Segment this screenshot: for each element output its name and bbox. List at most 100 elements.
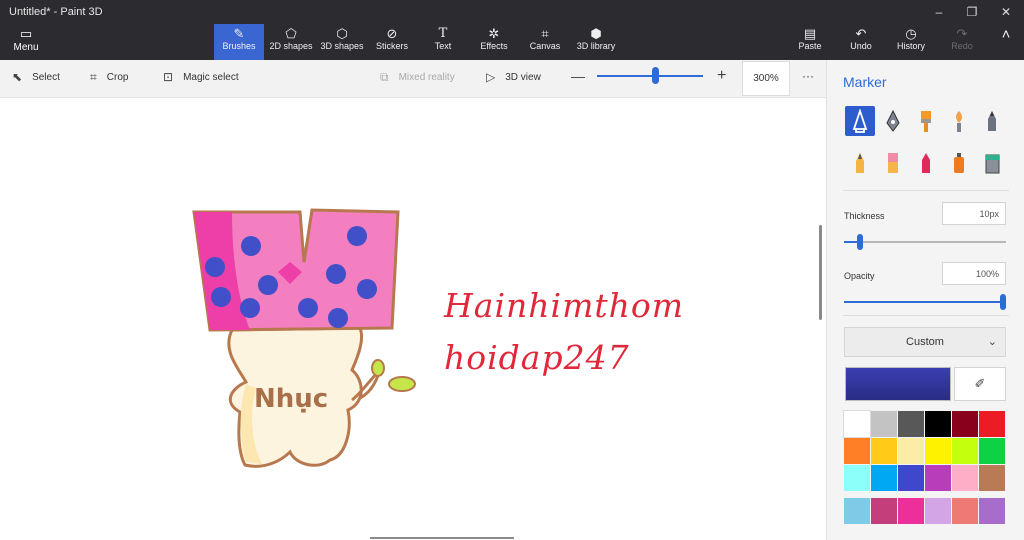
handwritten-text-line-1: Hainhimthom bbox=[444, 286, 685, 325]
crop-button[interactable]: ⌗ Crop bbox=[90, 70, 128, 85]
color-swatch[interactable] bbox=[871, 438, 897, 464]
zoom-in-button[interactable]: + bbox=[717, 67, 726, 85]
paste-label: Paste bbox=[798, 41, 822, 51]
horizontal-scrollbar[interactable] bbox=[370, 537, 514, 539]
color-swatch[interactable] bbox=[871, 465, 897, 491]
drawing-canvas[interactable]: Nhục Hainhimthom hoidap247 bbox=[0, 98, 826, 540]
color-swatch[interactable] bbox=[898, 498, 924, 524]
redo-button[interactable]: ↷ Redo bbox=[948, 24, 976, 60]
tab-3d-library[interactable]: ⬢ 3D library bbox=[574, 24, 618, 60]
color-swatch[interactable] bbox=[844, 498, 870, 524]
thickness-slider-track[interactable] bbox=[844, 241, 1006, 243]
tab-2d-shapes[interactable]: ⬠ 2D shapes bbox=[266, 24, 316, 60]
oil-brush-icon bbox=[921, 111, 931, 132]
chevron-down-icon: ⌄ bbox=[987, 336, 997, 348]
tab-canvas[interactable]: ⌗ Canvas bbox=[525, 24, 565, 60]
color-swatch[interactable] bbox=[952, 411, 978, 437]
tab-stickers[interactable]: ⊘ Stickers bbox=[370, 24, 414, 60]
zoom-slider-thumb[interactable] bbox=[652, 67, 659, 84]
opacity-input[interactable]: 100% bbox=[942, 262, 1006, 285]
zoom-slider-track[interactable] bbox=[597, 75, 703, 77]
color-swatch[interactable] bbox=[898, 465, 924, 491]
restore-button[interactable]: ❐ bbox=[957, 2, 987, 22]
crop-label: Crop bbox=[106, 72, 129, 83]
current-color-swatch[interactable] bbox=[845, 367, 951, 401]
thickness-input[interactable]: 10px bbox=[942, 202, 1006, 225]
zoom-out-button[interactable]: — bbox=[571, 68, 585, 84]
undo-button[interactable]: ↶ Undo bbox=[846, 24, 876, 60]
artwork bbox=[192, 208, 416, 468]
3d-view-label: 3D view bbox=[505, 71, 541, 83]
pencil-brush[interactable] bbox=[845, 148, 875, 178]
color-swatch[interactable] bbox=[952, 465, 978, 491]
folder-icon: ▭ bbox=[19, 26, 33, 41]
calligraphy-pen-brush[interactable] bbox=[878, 106, 908, 136]
color-swatch[interactable] bbox=[844, 438, 870, 464]
eraser-brush[interactable] bbox=[878, 148, 908, 178]
fill-bucket-brush[interactable] bbox=[977, 148, 1007, 178]
color-swatch[interactable] bbox=[952, 498, 978, 524]
history-button[interactable]: ◷ History bbox=[895, 24, 927, 60]
tab-brushes[interactable]: ✎ Brushes bbox=[214, 24, 264, 60]
pencil-icon bbox=[856, 153, 864, 173]
color-swatch[interactable] bbox=[898, 438, 924, 464]
color-swatch[interactable] bbox=[843, 410, 871, 438]
panel-divider bbox=[843, 190, 1009, 191]
watercolor-icon bbox=[956, 111, 962, 132]
eyedropper-button[interactable]: ✐ bbox=[954, 367, 1006, 401]
opacity-slider-fill bbox=[844, 301, 1006, 303]
vertical-scrollbar[interactable] bbox=[819, 225, 822, 320]
collapse-ribbon-button[interactable]: ˄ bbox=[996, 24, 1016, 60]
color-swatch[interactable] bbox=[979, 465, 1005, 491]
color-swatch[interactable] bbox=[925, 498, 951, 524]
3d-view-button[interactable]: ▷ 3D view bbox=[486, 70, 541, 84]
tab-text[interactable]: T Text bbox=[425, 24, 461, 60]
mixed-reality-button[interactable]: ⧉ Mixed reality bbox=[380, 70, 455, 85]
magic-select-button[interactable]: ⊡ Magic select bbox=[163, 70, 239, 84]
tab-effects[interactable]: ✲ Effects bbox=[474, 24, 514, 60]
paste-icon: ▤ bbox=[803, 26, 817, 41]
color-mode-value: Custom bbox=[906, 336, 944, 348]
panel-divider bbox=[843, 315, 1009, 316]
color-swatch[interactable] bbox=[979, 411, 1005, 437]
magic-select-icon: ⊡ bbox=[163, 70, 174, 84]
eraser-icon bbox=[888, 153, 898, 173]
minimize-button[interactable]: – bbox=[924, 2, 954, 22]
spray-can-brush[interactable] bbox=[944, 148, 974, 178]
opacity-slider-thumb[interactable] bbox=[1000, 294, 1006, 310]
color-swatch[interactable] bbox=[979, 438, 1005, 464]
calligraphy-pen-icon bbox=[886, 109, 900, 132]
paste-button[interactable]: ▤ Paste bbox=[794, 24, 826, 60]
window-title: Untitled* - Paint 3D bbox=[9, 6, 103, 18]
color-swatch[interactable] bbox=[925, 411, 951, 437]
crop-icon: ⌗ bbox=[90, 70, 97, 84]
watercolor-brush[interactable] bbox=[944, 106, 974, 136]
library-icon: ⬢ bbox=[590, 26, 602, 41]
crayon-brush[interactable] bbox=[911, 148, 941, 178]
redo-icon: ↷ bbox=[956, 26, 968, 41]
fill-bucket-icon bbox=[985, 154, 1000, 174]
color-swatch[interactable] bbox=[871, 498, 897, 524]
color-swatch[interactable] bbox=[925, 438, 951, 464]
select-button[interactable]: ⬉ Select bbox=[12, 70, 60, 84]
title-ribbon-bar: Untitled* - Paint 3D – ❐ ✕ ▭ Menu ✎ Brus… bbox=[0, 0, 1024, 60]
pixel-pen-brush[interactable] bbox=[977, 106, 1007, 136]
tab-label: Brushes bbox=[222, 41, 256, 51]
leaf-sprout bbox=[359, 359, 416, 400]
color-swatch[interactable] bbox=[844, 465, 870, 491]
marker-brush[interactable] bbox=[845, 106, 875, 136]
zoom-level-field[interactable]: 300% bbox=[742, 61, 790, 96]
color-swatch[interactable] bbox=[952, 438, 978, 464]
thickness-slider-thumb[interactable] bbox=[857, 234, 863, 250]
color-mode-dropdown[interactable]: Custom ⌄ bbox=[844, 327, 1006, 357]
oil-brush[interactable] bbox=[911, 106, 941, 136]
tab-3d-shapes[interactable]: ⬡ 3D shapes bbox=[318, 24, 366, 60]
color-swatch[interactable] bbox=[871, 411, 897, 437]
menu-button[interactable]: ▭ Menu bbox=[8, 26, 44, 58]
opacity-label: Opacity bbox=[844, 271, 875, 281]
color-swatch[interactable] bbox=[898, 411, 924, 437]
color-swatch[interactable] bbox=[925, 465, 951, 491]
more-options-button[interactable]: ··· bbox=[802, 69, 814, 83]
close-button[interactable]: ✕ bbox=[991, 2, 1021, 22]
color-swatch[interactable] bbox=[979, 498, 1005, 524]
